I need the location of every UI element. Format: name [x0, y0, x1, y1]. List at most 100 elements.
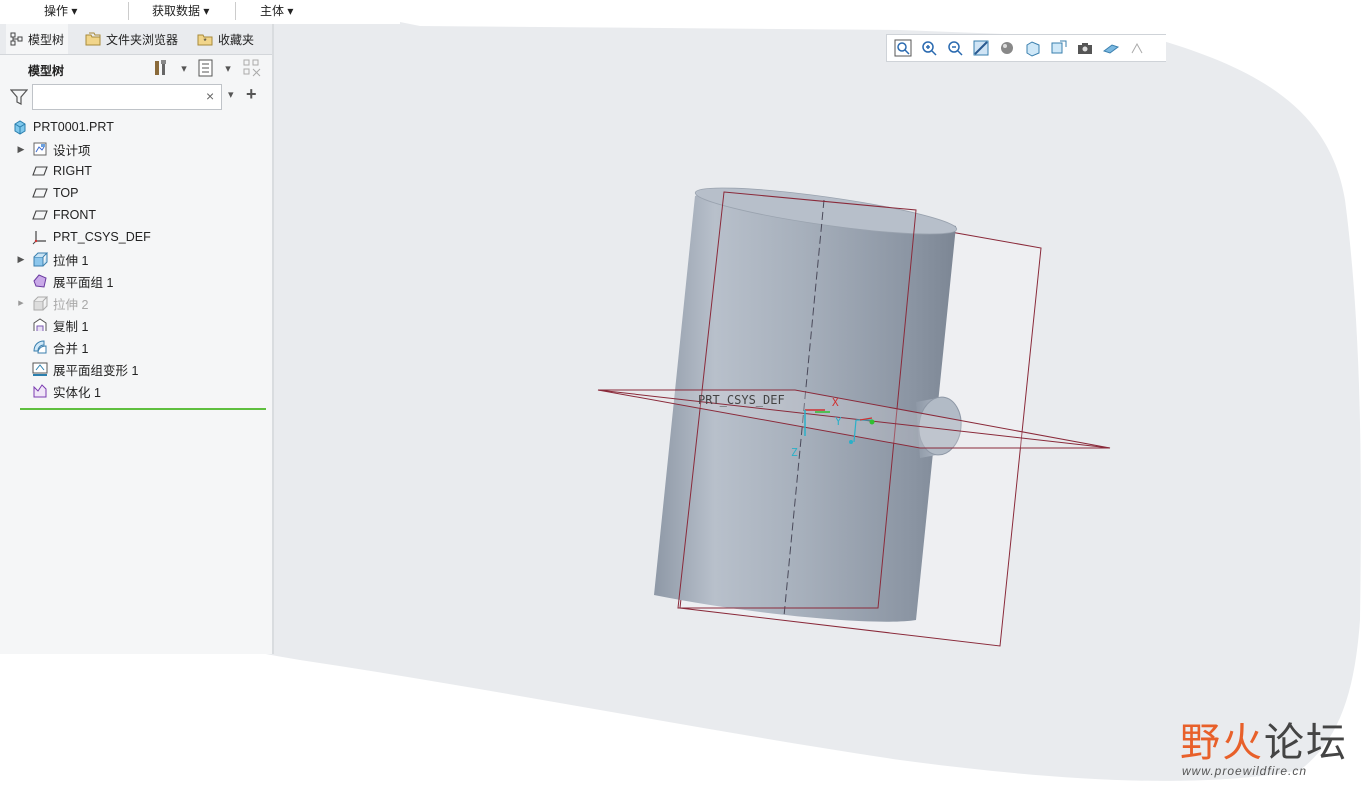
- insert-here-indicator[interactable]: [20, 408, 266, 410]
- expand-arrow-icon[interactable]: ▶: [16, 144, 26, 155]
- tree-item-flatten-deform-1[interactable]: 展平面组变形 1: [32, 358, 138, 380]
- tree-search-row: × ▾ +: [0, 82, 272, 114]
- spin-center-button[interactable]: [1127, 38, 1147, 58]
- tab-model-tree[interactable]: 模型树: [6, 24, 69, 54]
- tree-item-right-plane[interactable]: RIGHT: [32, 160, 92, 182]
- tools-icon: [155, 60, 166, 75]
- annotation-display-button[interactable]: [1101, 38, 1121, 58]
- expand-arrow-icon[interactable]: ▶: [16, 254, 26, 265]
- zoom-out-icon: [948, 41, 963, 56]
- ribbon-separator: [128, 2, 129, 20]
- model-tree-header: 模型树 ▾ ▾: [0, 54, 272, 82]
- navigator-tabs: 模型树 文件夹浏览器 * 收藏夹: [0, 24, 272, 55]
- tree-item-part[interactable]: PRT0001.PRT: [12, 116, 114, 138]
- tab-favorites[interactable]: * 收藏夹: [192, 24, 258, 54]
- spin-center-icon: [1131, 42, 1143, 54]
- clear-search-icon[interactable]: ×: [206, 88, 214, 104]
- tab-folder-browser-label: 文件夹浏览器: [106, 32, 179, 47]
- datum-plane-icon: [32, 166, 48, 176]
- tree-item-label: PRT0001.PRT: [33, 120, 114, 134]
- csys-label: PRT_CSYS_DEF: [698, 393, 785, 407]
- tree-item-label: 实体化 1: [53, 385, 101, 400]
- tree-item-extrude-1[interactable]: ▶ 拉伸 1: [18, 248, 89, 270]
- extrude-icon: [33, 296, 48, 311]
- merge-icon: [33, 340, 47, 354]
- tree-item-label: 合并 1: [53, 341, 89, 356]
- watermark-url: www.proewildfire.cn: [1182, 764, 1308, 778]
- favorites-icon: *: [197, 34, 213, 46]
- design-items-icon: [33, 142, 47, 156]
- datum-plane-icon: [32, 188, 48, 198]
- part-icon: [14, 120, 26, 135]
- repaint-button[interactable]: [971, 38, 991, 58]
- tab-folder-browser[interactable]: 文件夹浏览器: [80, 24, 182, 54]
- graphics-toolbar: [886, 34, 1166, 62]
- extrude-icon: [33, 252, 48, 267]
- search-dropdown-chevron-icon[interactable]: ▾: [228, 88, 234, 101]
- svg-text:*: *: [203, 37, 206, 46]
- watermark-char-2: 火: [1222, 720, 1264, 766]
- tree-item-label: 展平面组变形 1: [53, 363, 139, 378]
- ribbon-operations-menu[interactable]: 操作 ▾: [44, 2, 77, 19]
- chevron-down-icon: ▾: [225, 62, 231, 75]
- view-manager-icon: [1051, 40, 1067, 54]
- watermark-char-3: 论坛: [1264, 720, 1348, 766]
- model-tree-title: 模型树: [28, 64, 65, 78]
- tree-item-flatten-quilt-1[interactable]: 展平面组 1: [32, 270, 113, 292]
- filter-icon[interactable]: [10, 88, 28, 106]
- tab-favorites-label: 收藏夹: [218, 32, 255, 47]
- tree-filter-icon: [243, 59, 261, 77]
- tree-item-label: 展平面组 1: [53, 275, 114, 290]
- zoom-out-button[interactable]: [945, 38, 965, 58]
- watermark-char-1: 野: [1180, 720, 1222, 766]
- tree-item-merge-1[interactable]: 合并 1: [32, 336, 88, 358]
- annotation-icon: [1102, 44, 1120, 54]
- filter-display-button[interactable]: [242, 58, 262, 78]
- ribbon-body-menu[interactable]: 主体 ▾: [260, 2, 293, 19]
- settings-dropdown[interactable]: ▾: [174, 58, 194, 78]
- zoom-in-icon: [922, 41, 937, 56]
- model-viewport[interactable]: PRT_CSYS_DEF X Y Z: [560, 180, 1130, 650]
- zoom-in-button[interactable]: [919, 38, 939, 58]
- axis-x-label: X: [832, 396, 839, 409]
- add-filter-plus-icon[interactable]: +: [246, 84, 257, 105]
- saved-views-icon: [1026, 41, 1040, 57]
- tree-item-copy-1[interactable]: 复制 1: [32, 314, 88, 336]
- axis-y-label: Y: [835, 415, 842, 428]
- tree-search-input[interactable]: [32, 84, 222, 110]
- tree-item-front-plane[interactable]: FRONT: [32, 204, 96, 226]
- show-options-button[interactable]: [196, 58, 216, 78]
- display-style-button[interactable]: [997, 38, 1017, 58]
- refit-icon: [894, 39, 912, 57]
- flatten-deform-icon: [32, 362, 48, 376]
- ribbon-get-data-menu[interactable]: 获取数据 ▾: [152, 2, 209, 19]
- ribbon-bar: 操作 ▾ 获取数据 ▾ 主体 ▾: [0, 0, 400, 24]
- axis-z-label: Z: [791, 446, 798, 459]
- tab-model-tree-label: 模型树: [28, 32, 65, 47]
- repaint-icon: [973, 40, 989, 56]
- shading-sphere-icon: [1001, 42, 1013, 54]
- tree-item-solidify-1[interactable]: 实体化 1: [32, 380, 101, 402]
- saved-views-button[interactable]: [1023, 38, 1043, 58]
- expand-arrow-icon[interactable]: ▶: [16, 299, 26, 307]
- datum-display-button[interactable]: [1075, 38, 1095, 58]
- refit-button[interactable]: [893, 38, 913, 58]
- tree-item-label: PRT_CSYS_DEF: [53, 230, 151, 244]
- tree-item-label: FRONT: [53, 208, 97, 222]
- view-manager-button[interactable]: [1049, 38, 1069, 58]
- tree-item-extrude-2[interactable]: ▶ 拉伸 2: [18, 292, 89, 314]
- show-dropdown[interactable]: ▾: [218, 58, 238, 78]
- tree-item-top-plane[interactable]: TOP: [32, 182, 78, 204]
- tree-item-design-items[interactable]: ▶ 设计项: [18, 138, 91, 160]
- tree-item-label: 拉伸 2: [53, 297, 89, 312]
- datum-plane-icon: [32, 210, 48, 220]
- tree-item-csys[interactable]: PRT_CSYS_DEF: [32, 226, 151, 248]
- watermark-logo-text: 野火论坛: [1180, 710, 1348, 768]
- solidify-icon: [33, 384, 47, 398]
- settings-tools-button[interactable]: [152, 58, 172, 78]
- tree-item-label: 拉伸 1: [53, 253, 89, 268]
- copy-icon: [33, 318, 47, 331]
- camera-icon: [1078, 43, 1092, 54]
- tree-item-label: TOP: [53, 186, 79, 200]
- tree-item-label: RIGHT: [53, 164, 92, 178]
